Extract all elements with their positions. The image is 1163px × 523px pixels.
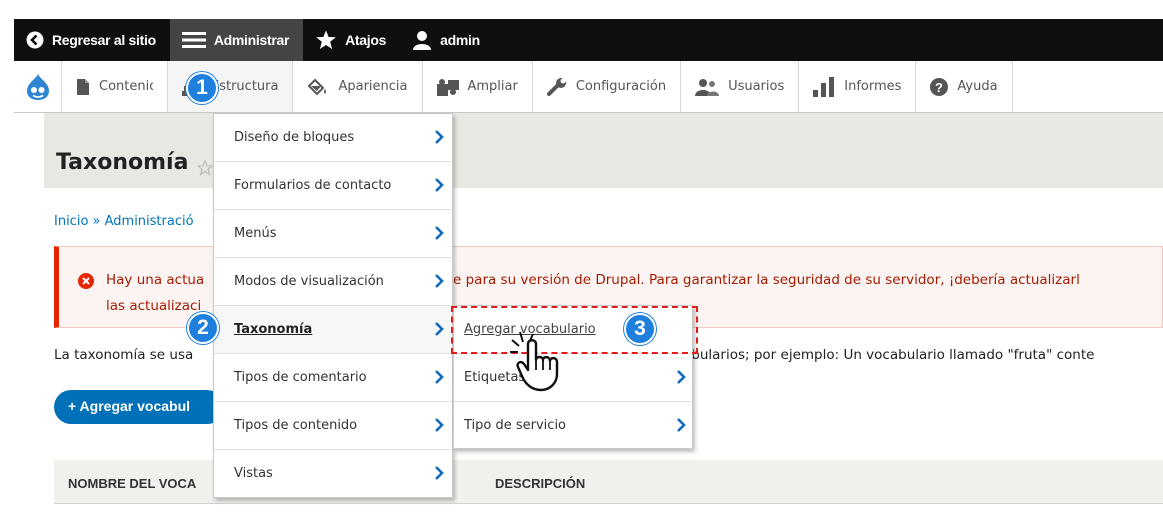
structure-dropdown-menu: Diseño de bloques Formularios de contact… <box>213 113 453 498</box>
paint-bucket-icon <box>308 78 327 95</box>
menu-item-label: Diseño de bloques <box>234 130 355 145</box>
step-badge-2: 2 <box>187 312 219 344</box>
menu-item-taxonomy[interactable]: Taxonomía <box>214 306 452 354</box>
star-icon <box>315 30 337 50</box>
menu-item-label: Vistas <box>234 466 273 481</box>
shortcuts-label: Atajos <box>345 32 387 48</box>
column-header-description: DESCRIPCIÓN <box>495 476 586 491</box>
tray-item-help-label: Ayuda <box>957 79 998 94</box>
svg-text:?: ? <box>935 80 943 95</box>
column-header-name[interactable]: NOMBRE DEL VOCA <box>68 476 196 491</box>
chevron-right-icon <box>677 418 686 432</box>
shortcut-star-icon[interactable] <box>197 160 213 176</box>
back-to-site-link[interactable]: Regresar al sitio <box>14 19 170 61</box>
menu-item-views[interactable]: Vistas <box>214 450 452 498</box>
menu-item-block-layout[interactable]: Diseño de bloques <box>214 114 452 162</box>
menu-item-content-types[interactable]: Tipos de contenido <box>214 402 452 450</box>
chevron-right-icon <box>435 466 444 480</box>
pointer-hand-icon <box>510 331 559 392</box>
tray-item-people[interactable]: Usuarios <box>681 61 800 112</box>
help-icon: ? <box>930 77 949 96</box>
tray-item-extend[interactable]: Ampliar <box>423 61 533 112</box>
chevron-right-icon <box>435 418 444 432</box>
chevron-right-icon <box>435 178 444 192</box>
tray-item-content[interactable]: Contenido <box>62 61 168 112</box>
page-header <box>44 113 1163 188</box>
puzzle-icon <box>436 78 459 96</box>
tray-item-appearance[interactable]: Apariencia <box>293 61 423 112</box>
step-badge-3: 3 <box>624 313 656 345</box>
chevron-right-icon <box>435 274 444 288</box>
chevron-right-icon <box>435 370 444 384</box>
menu-item-comment-types[interactable]: Tipos de comentario <box>214 354 452 402</box>
menu-item-label: Menús <box>234 226 277 241</box>
admin-toolbar: Regresar al sitio Administrar Atajos adm… <box>14 19 1163 61</box>
user-label: admin <box>440 32 480 48</box>
chevron-right-icon <box>435 226 444 240</box>
step-badge-1: 1 <box>186 72 218 104</box>
error-icon <box>78 273 94 289</box>
menu-item-contact-forms[interactable]: Formularios de contacto <box>214 162 452 210</box>
chevron-right-icon <box>435 130 444 144</box>
tray-item-content-label: Contenido <box>99 79 153 94</box>
tray-item-help[interactable]: ? Ayuda <box>916 61 1013 112</box>
tray-item-extend-label: Ampliar <box>467 79 518 94</box>
tray-item-reports-label: Informes <box>844 79 902 94</box>
intro-text-start: La taxonomía se usa <box>54 347 194 363</box>
wrench-icon <box>546 77 566 96</box>
menu-item-label: Tipos de contenido <box>234 418 358 433</box>
drupal-drop-icon <box>26 73 49 100</box>
chevron-right-icon <box>677 370 686 384</box>
manage-label: Administrar <box>213 32 290 48</box>
user-tab[interactable]: admin <box>400 19 494 61</box>
tray-item-structure-label: Estructura <box>211 79 279 94</box>
hamburger-icon <box>181 31 206 49</box>
breadcrumb[interactable]: Inicio » Administració <box>54 214 194 229</box>
people-icon <box>695 78 720 96</box>
document-icon <box>77 78 89 95</box>
user-icon <box>412 30 432 50</box>
tray-item-people-label: Usuarios <box>728 79 785 94</box>
tray-item-configuration-label: Configuración <box>575 79 667 94</box>
menu-item-label: Modos de visualización <box>234 274 384 289</box>
intro-text-end: abularios; por ejemplo: Un vocabulario l… <box>683 347 1095 363</box>
back-arrow-icon <box>26 31 44 49</box>
submenu-item-label: Tipo de servicio <box>464 418 567 433</box>
tray-item-configuration[interactable]: Configuración <box>533 61 682 112</box>
page-title: Taxonomía <box>56 150 189 175</box>
error-message-text-end: e para su versión de Drupal. Para garant… <box>453 272 1080 288</box>
tray-item-appearance-label: Apariencia <box>338 79 408 94</box>
chevron-right-icon <box>435 322 444 336</box>
drupal-logo[interactable] <box>14 61 62 112</box>
menu-item-label: Taxonomía <box>234 322 313 337</box>
manage-tab[interactable]: Administrar <box>169 19 304 61</box>
menu-item-menus[interactable]: Menús <box>214 210 452 258</box>
bar-chart-icon <box>813 76 835 97</box>
menu-item-label: Formularios de contacto <box>234 178 392 193</box>
error-message-text-line2: las actualizaci <box>106 298 202 314</box>
menu-item-label: Tipos de comentario <box>234 370 367 385</box>
tray-item-reports[interactable]: Informes <box>799 61 917 112</box>
error-message-text-start: Hay una actua <box>106 272 205 288</box>
submenu-item-tags[interactable]: Etiquetas <box>454 354 692 402</box>
menu-item-display-modes[interactable]: Modos de visualización <box>214 258 452 306</box>
back-to-site-label: Regresar al sitio <box>52 32 156 48</box>
add-vocabulary-button[interactable]: + Agregar vocabul <box>54 390 224 424</box>
shortcuts-tab[interactable]: Atajos <box>303 19 400 61</box>
highlight-dashed-box <box>451 306 698 354</box>
submenu-item-service-type[interactable]: Tipo de servicio <box>454 402 692 450</box>
